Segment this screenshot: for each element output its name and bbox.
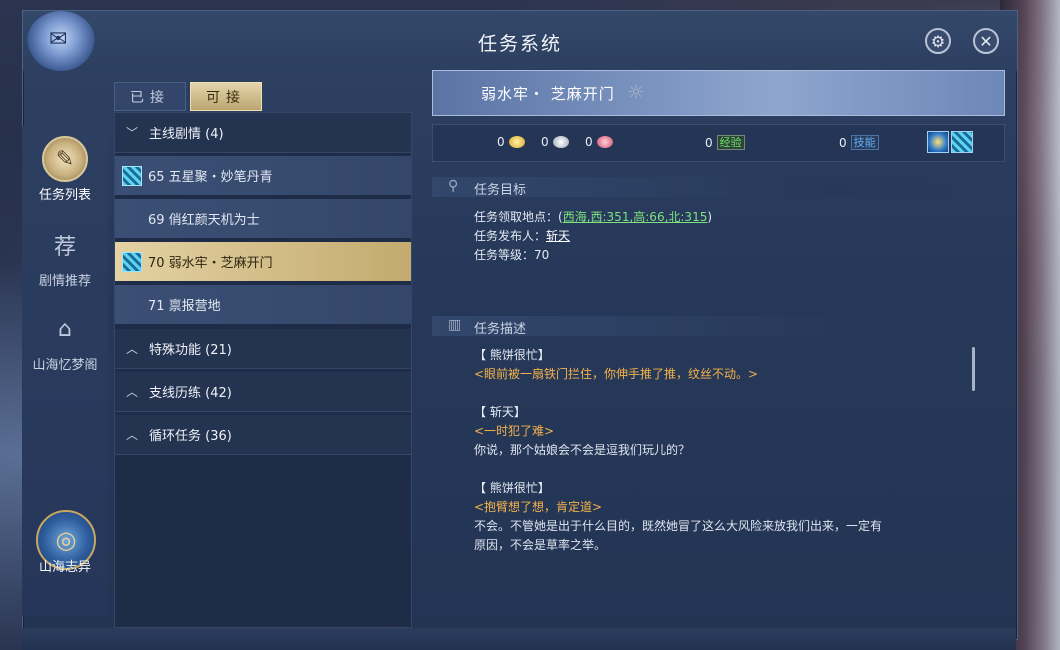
task-label: 69 俏红颜天机为士 (148, 213, 260, 228)
tab-available[interactable]: 可接 (190, 82, 262, 111)
scroll-stand-icon: ▥ (448, 317, 462, 333)
list-item[interactable]: 65 五星聚・妙笔丹青 (115, 156, 411, 197)
group-main-story[interactable]: ﹀ 主线剧情 (4) (115, 113, 411, 153)
window-title: 任务系统 (477, 33, 562, 55)
pavilion-icon: ⌂ (58, 316, 72, 342)
silver-coin-icon (552, 136, 569, 148)
list-item[interactable]: 69 俏红颜天机为士 (115, 199, 411, 240)
sun-icon: ☼ (627, 80, 645, 104)
description-scrollbar[interactable] (972, 347, 975, 391)
task-label: 71 禀报营地 (148, 299, 221, 314)
close-icon[interactable]: ✕ (973, 28, 999, 54)
skill-tag: 技能 (850, 135, 879, 150)
reward-item-icon[interactable] (951, 131, 973, 153)
reward-copper-value: 0 (585, 135, 593, 149)
location-link[interactable]: 西海,西:351,高:66,北:315 (563, 210, 708, 224)
nav-item-story-recommend[interactable]: 荐 剧情推荐 (22, 222, 108, 289)
group-cycle-quests[interactable]: ︿ 循环任务 (36) (115, 415, 411, 455)
chevron-down-icon: ﹀ (125, 126, 138, 140)
list-item-selected[interactable]: 70 弱水牢・芝麻开门 (115, 242, 411, 283)
dialogue-line: 你说，那个姑娘会不会是逗我们玩儿的？ (474, 443, 691, 457)
quest-item-icon (122, 165, 142, 186)
scroll-icon: ✎ (42, 136, 88, 182)
giver-label: 任务发布人： (474, 229, 547, 243)
quest-giver-line: 任务发布人：斩天 (474, 227, 570, 244)
chevron-up-icon: ︿ (125, 385, 138, 399)
reward-exp-value: 0 (705, 135, 713, 150)
reward-copper: 0 (585, 135, 613, 149)
bottom-decoration (22, 628, 1016, 650)
group-special-function[interactable]: ︿ 特殊功能 (21) (115, 329, 411, 369)
quest-level-line: 任务等级：70 (474, 248, 550, 262)
dialogue-line: <一时犯了难> (474, 424, 555, 438)
location-close: ) (707, 210, 713, 224)
gold-coin-icon (508, 136, 525, 148)
nav-item-dream-pavilion[interactable]: ⌂ 山海忆梦阁 (22, 306, 108, 374)
dialogue-line: <抱臂想了想，肯定道> (474, 500, 603, 514)
quest-location-line: 任务领取地点：(西海,西:351,高:66,北:315) (474, 208, 712, 225)
group-side-quests[interactable]: ︿ 支线历练 (42) (115, 372, 411, 412)
group-label: 循环任务 (36) (149, 429, 232, 444)
exp-tag: 经验 (716, 135, 745, 150)
objective-header: ⚲ 任务目标 (432, 177, 1005, 198)
chevron-up-icon: ︿ (125, 342, 138, 356)
reward-gold-value: 0 (497, 135, 505, 149)
quest-title-bar: 弱水牢・ 芝麻开门 ☼ (432, 70, 1005, 116)
objective-header-text: 任务目标 (474, 183, 527, 198)
nav-item-label: 任务列表 (38, 188, 91, 203)
nav-item-label: 山海忆梦阁 (32, 358, 98, 373)
task-list: ﹀ 主线剧情 (4) 65 五星聚・妙笔丹青 69 俏红颜天机为士 70 弱水牢… (114, 112, 412, 628)
giver-link[interactable]: 斩天 (546, 229, 570, 243)
chevron-up-icon: ︿ (125, 428, 138, 442)
group-label: 特殊功能 (21) (149, 343, 232, 358)
location-pin-icon: ⚲ (448, 178, 459, 194)
dialogue-line: 不会。不管她是出于什么目的，既然她冒了这么大风险来放我们出来，一定有 (474, 519, 883, 533)
nav-item-label: 剧情推荐 (38, 274, 91, 289)
reward-exp: 0 经验 (705, 135, 745, 150)
description-header-text: 任务描述 (474, 322, 527, 337)
task-label: 70 弱水牢・芝麻开门 (148, 256, 273, 271)
reward-skill-value: 0 (839, 135, 847, 150)
reward-skill: 0 技能 (839, 135, 879, 150)
bottom-emblem-label: 山海志异 (38, 560, 91, 575)
dialogue-speaker: 【 熊饼很忙】 (474, 348, 550, 362)
gear-icon[interactable]: ⚙ (925, 28, 951, 54)
red-coin-icon (596, 136, 613, 148)
dialogue-speaker: 【 斩天】 (474, 405, 526, 419)
tab-accepted[interactable]: 已接 (114, 82, 186, 111)
reward-silver: 0 (541, 135, 569, 149)
list-item[interactable]: 71 禀报营地 (115, 285, 411, 326)
task-label: 65 五星聚・妙笔丹青 (148, 170, 273, 185)
location-label: 任务领取地点：( (474, 210, 563, 224)
nav-item-task-list[interactable]: ✎ 任务列表 (22, 136, 108, 203)
reward-gold: 0 (497, 135, 525, 149)
description-header: ▥ 任务描述 (432, 316, 1005, 337)
rewards-bar: 0 0 0 0 经验 0 技能 (432, 124, 1005, 162)
title-bar: ✉ 任务系统 ⚙ ✕ (23, 11, 1017, 71)
dialogue-line: 原因，不会是草率之举。 (474, 538, 607, 552)
quest-item-icon (122, 251, 142, 272)
reward-silver-value: 0 (541, 135, 549, 149)
dialogue-speaker: 【 熊饼很忙】 (474, 481, 550, 495)
book-icon: 荐 (53, 235, 76, 260)
group-label: 主线剧情 (4) (149, 127, 224, 142)
reward-item-icon[interactable] (927, 131, 949, 153)
dialogue-line: <眼前被一扇铁门拦住，你伸手推了推，纹丝不动。> (474, 367, 759, 381)
group-label: 支线历练 (42) (149, 386, 232, 401)
quest-title: 弱水牢・ 芝麻开门 (481, 85, 615, 103)
